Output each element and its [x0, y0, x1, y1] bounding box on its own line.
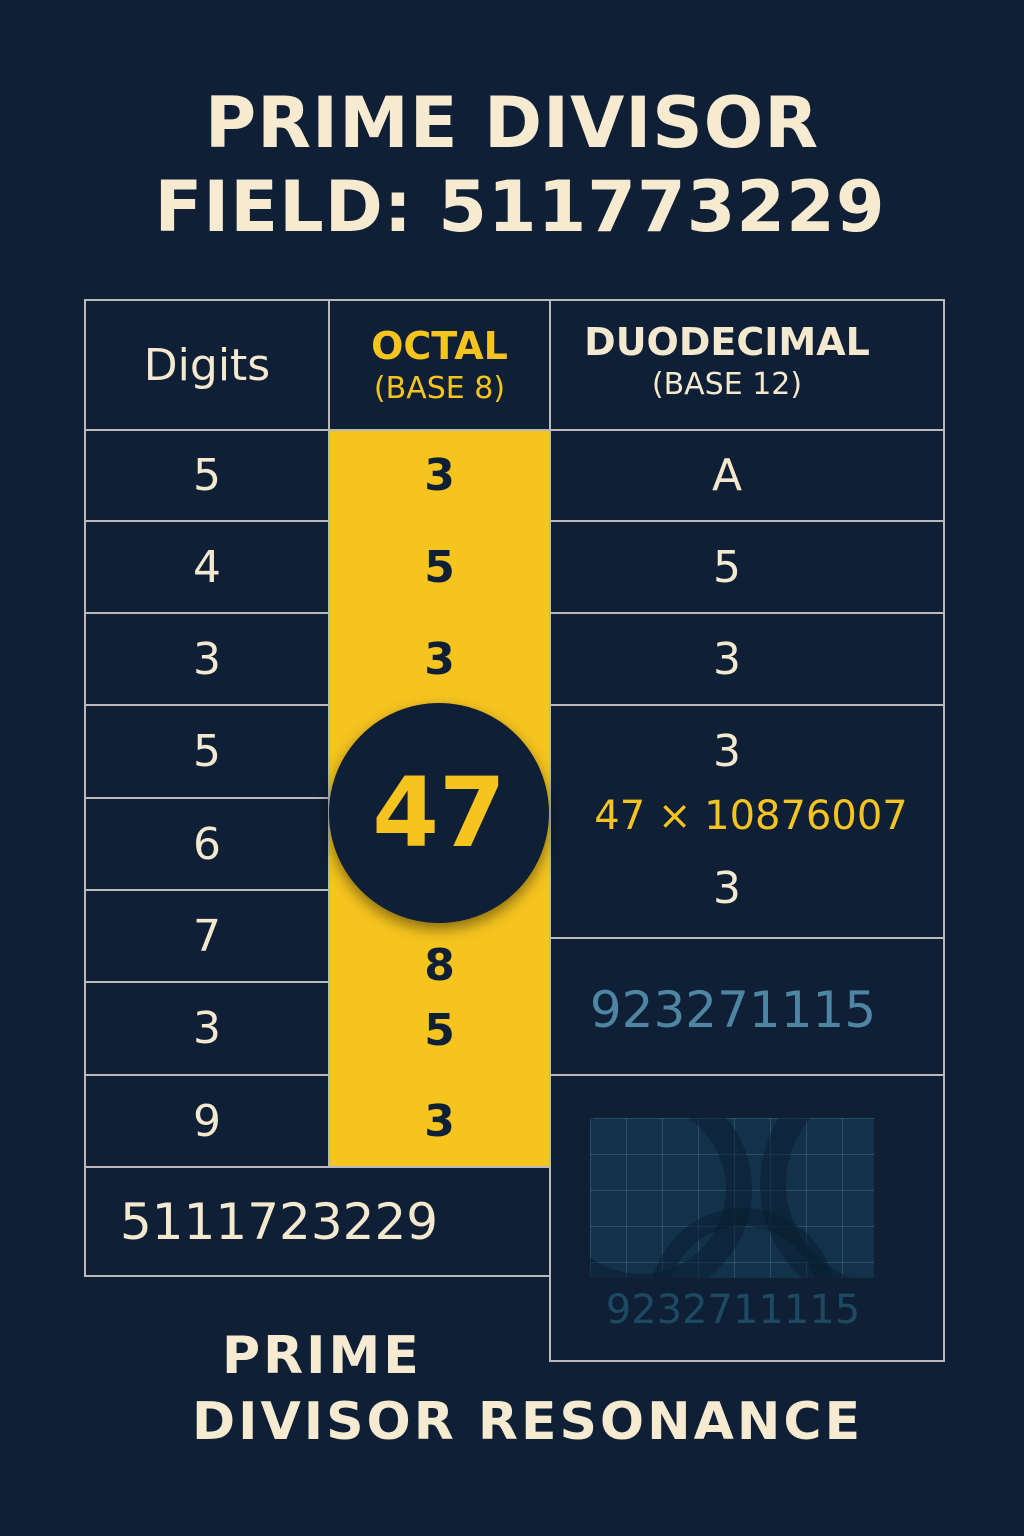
faded-number: 9232711115 [605, 1287, 861, 1333]
digit-cell: 3 [193, 633, 221, 685]
grid-thumbnail-image [590, 1118, 874, 1278]
octal-cell: 5 [424, 541, 455, 593]
digit-cell: 6 [193, 818, 221, 870]
highlight-factor: 47 [372, 757, 506, 869]
header-octal: OCTAL (BASE 8) [330, 301, 549, 429]
header-duodecimal: DUODECIMAL (BASE 12) [551, 301, 943, 411]
duodecimal-cell: 5 [713, 541, 741, 593]
octal-cell: 3 [424, 450, 455, 501]
duodecimal-cell: 3 [713, 862, 741, 914]
footer-line-2: DIVISOR RESONANCE [192, 1392, 864, 1452]
header-octal-label: OCTAL [371, 323, 508, 368]
blue-number: 923271115 [589, 981, 877, 1039]
header-digits-label: Digits [143, 339, 271, 391]
digit-cell: 4 [193, 541, 221, 593]
highlight-factor-circle: 47 [329, 703, 549, 923]
header-octal-base: (BASE 8) [373, 371, 506, 406]
duodecimal-cell: 3 [713, 633, 741, 685]
octal-cell: 3 [424, 1095, 455, 1147]
title-line-1: PRIME DIVISOR [204, 82, 820, 164]
duodecimal-cell: A [711, 450, 743, 501]
digit-cell: 5 [193, 726, 221, 777]
digit-cell: 7 [193, 910, 221, 962]
digit-cell: 3 [193, 1003, 221, 1054]
octal-cell: 5 [424, 1004, 455, 1056]
digit-cell: 9 [193, 1095, 221, 1147]
header-duodecimal-label: DUODECIMAL [584, 319, 870, 364]
header-duodecimal-base: (BASE 12) [651, 367, 803, 402]
factorization-text: 47 × 10876007 [594, 793, 908, 839]
title-line-2: FIELD: 511773229 [154, 166, 886, 248]
octal-cell: 8 [424, 939, 455, 991]
header-digits: Digits [86, 301, 328, 429]
footer-line-1: PRIME [222, 1326, 422, 1386]
duodecimal-cell: 3 [713, 725, 741, 777]
total-number: 5111723229 [120, 1192, 439, 1251]
digit-cell: 5 [193, 450, 221, 501]
octal-cell: 3 [424, 633, 455, 685]
